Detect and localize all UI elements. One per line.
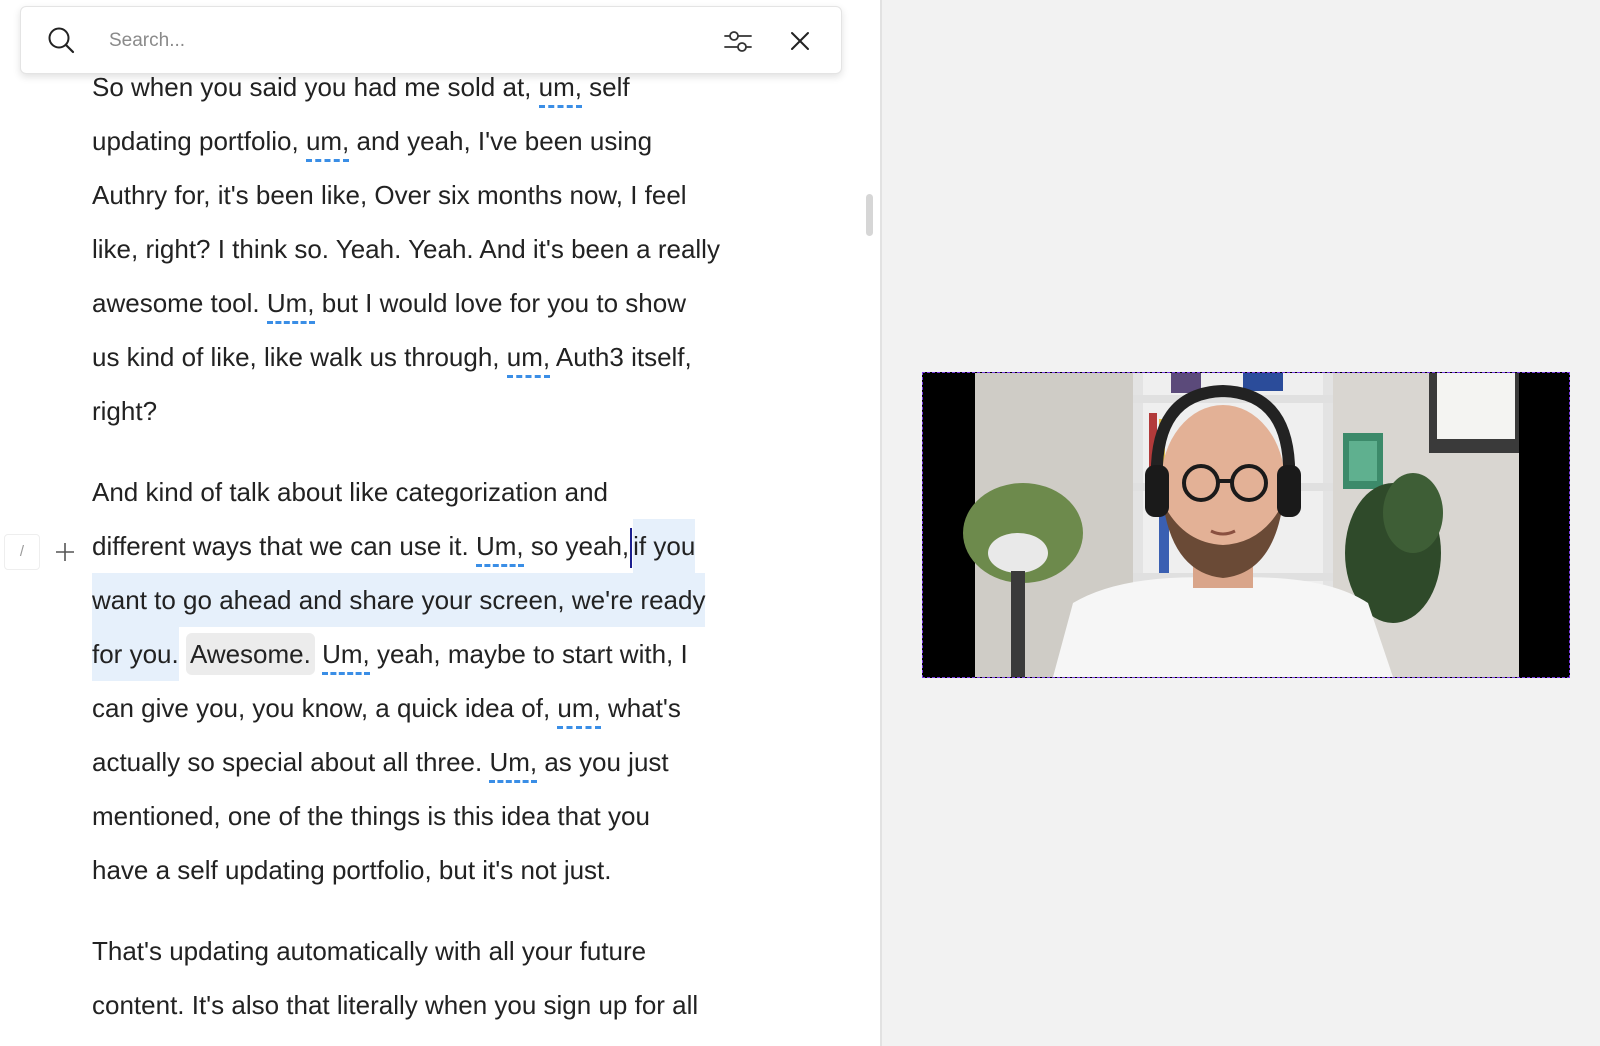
transcript-paragraph[interactable]: That's updating automatically with all y…	[92, 924, 772, 1032]
text-run: right?	[92, 396, 158, 426]
transcript-line: content. It's also that literally when y…	[92, 978, 772, 1032]
text-caret	[630, 528, 633, 569]
text-run: and yeah, I've been using	[349, 126, 653, 156]
text-run: yeah, maybe to start with, I	[369, 639, 688, 669]
text-run: can give you, you know, a quick idea of,	[92, 693, 558, 723]
text-run: as you just	[537, 747, 669, 777]
transcript-line: can give you, you know, a quick idea of,…	[92, 681, 772, 735]
search-icon	[48, 27, 75, 54]
transcript-line: different ways that we can use it. Um, s…	[92, 519, 772, 573]
filler-word[interactable]: Um,	[266, 288, 315, 324]
text-run: updating portfolio,	[92, 126, 306, 156]
video-frame-image	[923, 373, 1569, 677]
slash-command-hint[interactable]: /	[4, 534, 40, 570]
transcript-line: Authry for, it's been like, Over six mon…	[92, 168, 772, 222]
selected-text[interactable]: for you.	[92, 627, 179, 681]
transcript-line: And kind of talk about like categorizati…	[92, 465, 772, 519]
add-block-button[interactable]	[48, 535, 82, 569]
text-run: self	[581, 72, 630, 102]
transcript-line: updating portfolio, um, and yeah, I've b…	[92, 114, 772, 168]
text-run: us kind of like, like walk us through,	[92, 342, 507, 372]
text-run: Auth3 itself,	[550, 342, 692, 372]
transcript-paragraph[interactable]: So when you said you had me sold at, um,…	[92, 60, 772, 438]
filler-word[interactable]: Um,	[475, 531, 524, 567]
transcript-line: awesome tool. Um, but I would love for y…	[92, 276, 772, 330]
text-run: content. It's also that literally when y…	[92, 990, 699, 1020]
filler-word[interactable]: Um,	[489, 747, 537, 783]
scrollbar-thumb[interactable]	[866, 194, 873, 236]
search-bar	[20, 6, 842, 74]
transcript-line: right?	[92, 384, 772, 438]
sliders-icon	[724, 31, 752, 52]
transcript-line: mentioned, one of the things is this ide…	[92, 789, 772, 843]
text-run: what's	[600, 693, 681, 723]
transcript-line: have a self updating portfolio, but it's…	[92, 843, 772, 897]
app-window: So when you said you had me sold at, um,…	[0, 0, 1600, 1046]
close-icon	[791, 32, 809, 50]
transcript-editor[interactable]: So when you said you had me sold at, um,…	[0, 0, 880, 1046]
transcript-line: us kind of like, like walk us through, u…	[92, 330, 772, 384]
text-run: so yeah,	[523, 531, 630, 561]
text-run: different ways that we can use it.	[92, 531, 476, 561]
text-run: So when you said you had me sold at,	[92, 72, 539, 102]
text-run: That's updating automatically with all y…	[92, 936, 647, 966]
transcript-line: want to go ahead and share your screen, …	[92, 573, 772, 627]
selected-text[interactable]: want to go ahead and share your screen, …	[92, 573, 706, 627]
text-run: Authry for, it's been like, Over six mon…	[92, 180, 687, 210]
plus-icon	[56, 543, 74, 561]
text-run: And kind of talk about like categorizati…	[92, 477, 609, 507]
video-preview[interactable]	[922, 372, 1570, 678]
transcript-body[interactable]: So when you said you had me sold at, um,…	[92, 60, 772, 1046]
search-input[interactable]	[107, 21, 691, 61]
transcript-line: That's updating automatically with all y…	[92, 924, 772, 978]
transcript-line: for you. Awesome. Um, yeah, maybe to sta…	[92, 627, 772, 681]
text-run: actually so special about all three.	[92, 747, 490, 777]
text-run: like, right? I think so. Yeah. Yeah. And…	[92, 234, 720, 264]
transcript-line: like, right? I think so. Yeah. Yeah. And…	[92, 222, 772, 276]
text-run: awesome tool.	[92, 288, 267, 318]
paragraph-gutter: /	[4, 534, 82, 570]
preview-pane	[882, 0, 1600, 1046]
filter-button[interactable]	[721, 24, 755, 58]
filler-word[interactable]: um,	[557, 693, 602, 729]
filler-word[interactable]: um,	[506, 342, 551, 378]
filler-word[interactable]: Um,	[322, 639, 370, 675]
highlighted-word[interactable]: Awesome.	[185, 633, 315, 675]
filler-word[interactable]: um,	[305, 126, 350, 162]
selected-text[interactable]: if you	[633, 519, 696, 573]
transcript-line: actually so special about all three. Um,…	[92, 735, 772, 789]
text-run: have a self updating portfolio, but it's…	[92, 855, 612, 885]
transcript-paragraph[interactable]: And kind of talk about like categorizati…	[92, 465, 772, 897]
text-run: mentioned, one of the things is this ide…	[92, 801, 650, 831]
text-run: but I would love for you to show	[314, 288, 686, 318]
close-search-button[interactable]	[783, 24, 817, 58]
filler-word[interactable]: um,	[538, 72, 583, 108]
